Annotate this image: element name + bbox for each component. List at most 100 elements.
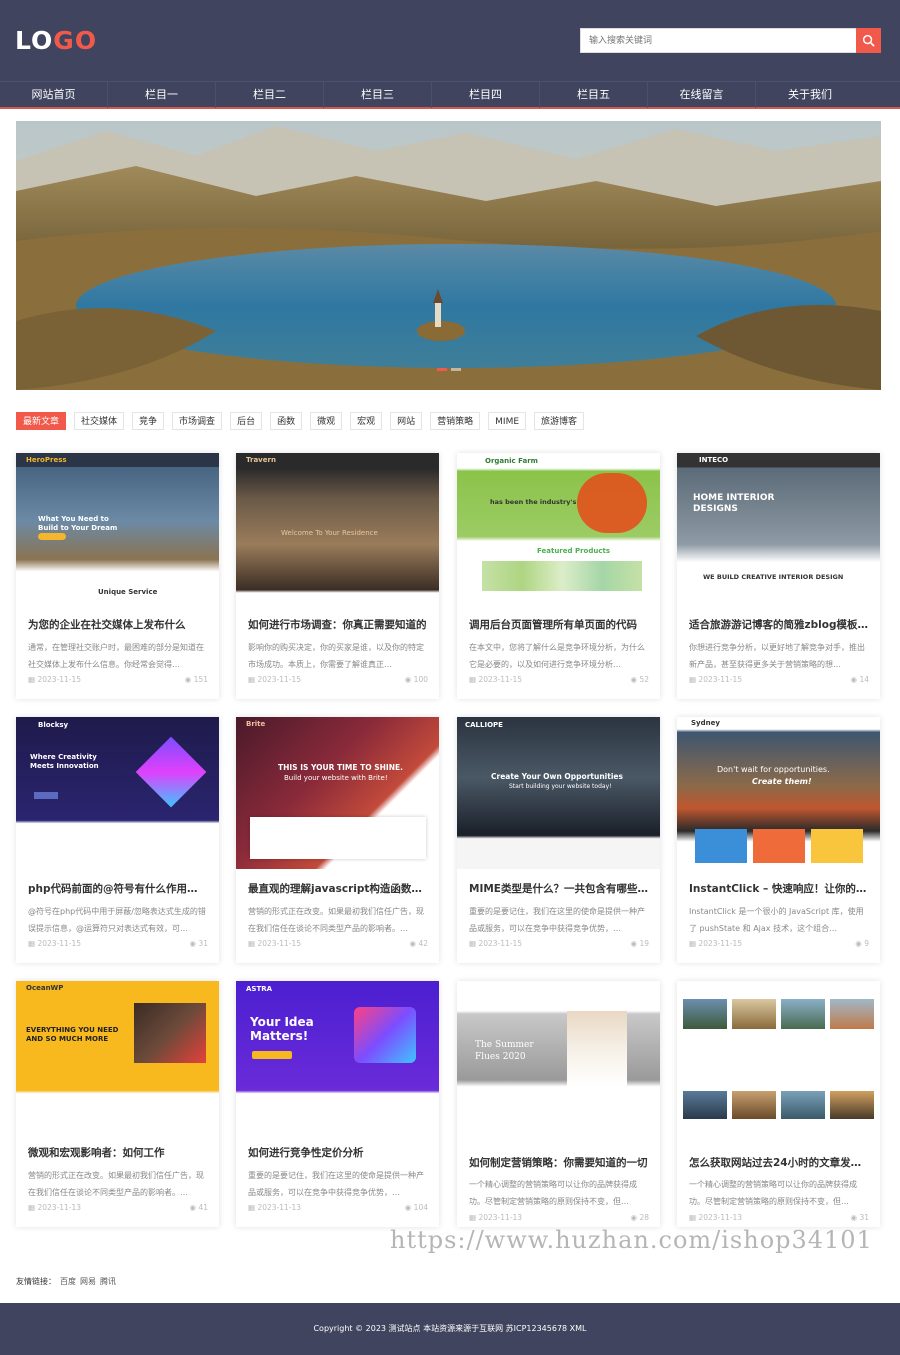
article-meta: ▦ 2023-11-15 ◉ 42 bbox=[248, 939, 428, 948]
thumb-brand: HeroPress bbox=[26, 456, 67, 464]
eye-icon-views: ◉ 41 bbox=[189, 1203, 208, 1212]
copyright-text: Copyright © 2023 测试站点 本站资源来源于互联网 苏ICP123… bbox=[313, 1324, 587, 1333]
thumb-headline: HOME INTERIOR DESIGNS bbox=[693, 493, 775, 514]
article-title[interactable]: 如何进行市场调查：你真正需要知道的 bbox=[248, 617, 428, 632]
tag-item[interactable]: 后台 bbox=[230, 412, 263, 430]
article-title[interactable]: 怎么获取网站过去24小时的文章发布数量 bbox=[689, 1155, 869, 1170]
article-card[interactable]: HeroPress What You Need to Build to Your… bbox=[16, 453, 219, 699]
search-input[interactable] bbox=[580, 28, 856, 53]
article-card[interactable]: The Summer Flues 2020 如何制定营销策略：你需要知道的一切 … bbox=[457, 981, 660, 1227]
article-card[interactable]: 怎么获取网站过去24小时的文章发布数量 一个精心调整的营销策略可以让你的品牌获得… bbox=[677, 981, 880, 1227]
hero-banner[interactable] bbox=[16, 121, 881, 390]
article-card[interactable]: Organic Farm has been the industry's Fea… bbox=[457, 453, 660, 699]
article-card[interactable]: ASTRA Your Idea Matters! 如何进行竞争性定价分析 重要的… bbox=[236, 981, 439, 1227]
tag-item[interactable]: 宏观 bbox=[350, 412, 383, 430]
article-thumbnail: Sydney Don't wait for opportunities. Cre… bbox=[677, 717, 880, 869]
thumb-brand: Blocksy bbox=[38, 721, 69, 729]
friend-link[interactable]: 网易 bbox=[80, 1276, 96, 1287]
tag-item[interactable]: 营销策略 bbox=[430, 412, 481, 430]
landscape-illustration bbox=[16, 121, 881, 390]
article-card[interactable]: Blocksy Where Creativity Meets Innovatio… bbox=[16, 717, 219, 963]
friend-link[interactable]: 腾讯 bbox=[100, 1276, 116, 1287]
tag-item[interactable]: 竞争 bbox=[132, 412, 165, 430]
article-thumbnail: The Summer Flues 2020 bbox=[457, 981, 660, 1146]
tag-item[interactable]: 旅游博客 bbox=[534, 412, 585, 430]
nav-item-column-1[interactable]: 栏目一 bbox=[108, 82, 216, 108]
search-button[interactable] bbox=[856, 28, 881, 53]
slider-dot-2[interactable] bbox=[451, 368, 461, 371]
tag-item[interactable]: MIME bbox=[488, 412, 527, 430]
site-footer: Copyright © 2023 测试站点 本站资源来源于互联网 苏ICP123… bbox=[0, 1303, 900, 1355]
article-excerpt: 一个精心调整的营销策略可以让你的品牌获得成功。尽管制定营销策略的原则保持不变，但… bbox=[469, 1180, 637, 1206]
nav-item-message[interactable]: 在线留言 bbox=[648, 82, 756, 108]
nav-item-about[interactable]: 关于我们 bbox=[756, 82, 864, 108]
tag-item[interactable]: 微观 bbox=[310, 412, 343, 430]
article-title[interactable]: 为您的企业在社交媒体上发布什么 bbox=[28, 617, 208, 632]
calendar-icon-date: ▦ 2023-11-15 bbox=[248, 939, 302, 948]
calendar-icon-date: ▦ 2023-11-15 bbox=[689, 939, 743, 948]
article-excerpt: 营销的形式正在改变。如果最初我们信任广告，现在我们信任在谈论不同类型产品的影响者… bbox=[248, 907, 424, 933]
article-meta: ▦ 2023-11-13 ◉ 41 bbox=[28, 1203, 208, 1212]
article-title[interactable]: 如何制定营销策略：你需要知道的一切 bbox=[469, 1155, 649, 1170]
article-thumbnail: ASTRA Your Idea Matters! bbox=[236, 981, 439, 1133]
thumb-brand: CALLIOPE bbox=[465, 721, 503, 729]
article-card[interactable]: CALLIOPE Create Your Own Opportunities S… bbox=[457, 717, 660, 963]
friend-links-label: 友情链接： bbox=[16, 1277, 56, 1286]
watermark-text: https://www.huzhan.com/ishop34101 bbox=[390, 1226, 873, 1254]
nav-item-home[interactable]: 网站首页 bbox=[0, 82, 108, 108]
article-excerpt: 你想进行竞争分析，以更好地了解竞争对手，推出新产品，甚至获得更多关于营销策略的想… bbox=[689, 643, 865, 669]
article-title[interactable]: 调用后台页面管理所有单页面的代码 bbox=[469, 617, 649, 632]
thumb-brand: Travern bbox=[246, 456, 276, 464]
tag-item[interactable]: 市场调查 bbox=[172, 412, 223, 430]
article-thumbnail bbox=[677, 981, 880, 1146]
thumb-brand: Brite bbox=[246, 720, 266, 728]
article-title[interactable]: MIME类型是什么？一共包含有哪些类… bbox=[469, 881, 649, 896]
thumb-brand: ASTRA bbox=[246, 985, 273, 993]
article-meta: ▦ 2023-11-15 ◉ 14 bbox=[689, 675, 869, 684]
thumb-headline: Create Your Own Opportunities bbox=[491, 772, 623, 781]
site-header: LO GO bbox=[0, 0, 900, 81]
article-title[interactable]: 适合旅游游记博客的简雅zblog模板主题 bbox=[689, 617, 869, 632]
article-card[interactable]: Sydney Don't wait for opportunities. Cre… bbox=[677, 717, 880, 963]
nav-item-column-2[interactable]: 栏目二 bbox=[216, 82, 324, 108]
tag-item[interactable]: 函数 bbox=[270, 412, 303, 430]
tag-item[interactable]: 社交媒体 bbox=[74, 412, 125, 430]
article-card[interactable]: OceanWP EVERYTHING YOU NEED AND SO MUCH … bbox=[16, 981, 219, 1227]
eye-icon-views: ◉ 31 bbox=[189, 939, 208, 948]
article-card[interactable]: Travern Welcome To Your Residence 如何进行市场… bbox=[236, 453, 439, 699]
article-title[interactable]: 微观和宏观影响者：如何工作 bbox=[28, 1145, 208, 1160]
friend-link[interactable]: 百度 bbox=[60, 1276, 76, 1287]
eye-icon-views: ◉ 19 bbox=[630, 939, 649, 948]
tag-filter-bar: 最新文章 社交媒体 竞争 市场调查 后台 函数 微观 宏观 网站 营销策略 MI… bbox=[16, 412, 585, 430]
article-meta: ▦ 2023-11-15 ◉ 9 bbox=[689, 939, 869, 948]
article-excerpt: 影响你的购买决定，你的买家是谁，以及你的特定市场成功。本质上，你需要了解谁真正… bbox=[248, 643, 424, 669]
article-meta: ▦ 2023-11-15 ◉ 151 bbox=[28, 675, 208, 684]
nav-item-column-5[interactable]: 栏目五 bbox=[540, 82, 648, 108]
calendar-icon-date: ▦ 2023-11-15 bbox=[689, 675, 743, 684]
main-nav: 网站首页 栏目一 栏目二 栏目三 栏目四 栏目五 在线留言 关于我们 bbox=[0, 81, 900, 109]
thumb-headline: Where Creativity Meets Innovation bbox=[30, 753, 99, 770]
article-title[interactable]: InstantClick – 快速响应！让你的网站… bbox=[689, 881, 869, 896]
nav-item-column-4[interactable]: 栏目四 bbox=[432, 82, 540, 108]
site-logo[interactable]: LO GO bbox=[15, 28, 97, 54]
slider-dot-1[interactable] bbox=[437, 368, 447, 371]
logo-text-white: LO bbox=[15, 26, 54, 55]
article-title[interactable]: php代码前面的@符号有什么作用，@… bbox=[28, 881, 208, 896]
tag-latest[interactable]: 最新文章 bbox=[16, 412, 67, 430]
thumb-headline: has been the industry's bbox=[490, 498, 577, 506]
tag-item[interactable]: 网站 bbox=[390, 412, 423, 430]
article-card[interactable]: THIS IS YOUR TIME TO SHINE. Build your w… bbox=[236, 717, 439, 963]
article-thumbnail: CALLIOPE Create Your Own Opportunities S… bbox=[457, 717, 660, 869]
article-title[interactable]: 如何进行竞争性定价分析 bbox=[248, 1145, 428, 1160]
article-title[interactable]: 最直观的理解javascript构造函数和普… bbox=[248, 881, 428, 896]
article-card[interactable]: INTECO HOME INTERIOR DESIGNS WE BUILD CR… bbox=[677, 453, 880, 699]
thumb-subheadline: Create them! bbox=[752, 777, 812, 786]
article-thumbnail: THIS IS YOUR TIME TO SHINE. Build your w… bbox=[236, 717, 439, 869]
calendar-icon-date: ▦ 2023-11-13 bbox=[689, 1213, 743, 1222]
thumb-subheadline: WE BUILD CREATIVE INTERIOR DESIGN bbox=[703, 573, 844, 581]
thumb-brand: OceanWP bbox=[26, 984, 64, 992]
eye-icon-views: ◉ 42 bbox=[409, 939, 428, 948]
thumb-headline: Don't wait for opportunities. bbox=[717, 765, 830, 774]
calendar-icon-date: ▦ 2023-11-15 bbox=[248, 675, 302, 684]
nav-item-column-3[interactable]: 栏目三 bbox=[324, 82, 432, 108]
